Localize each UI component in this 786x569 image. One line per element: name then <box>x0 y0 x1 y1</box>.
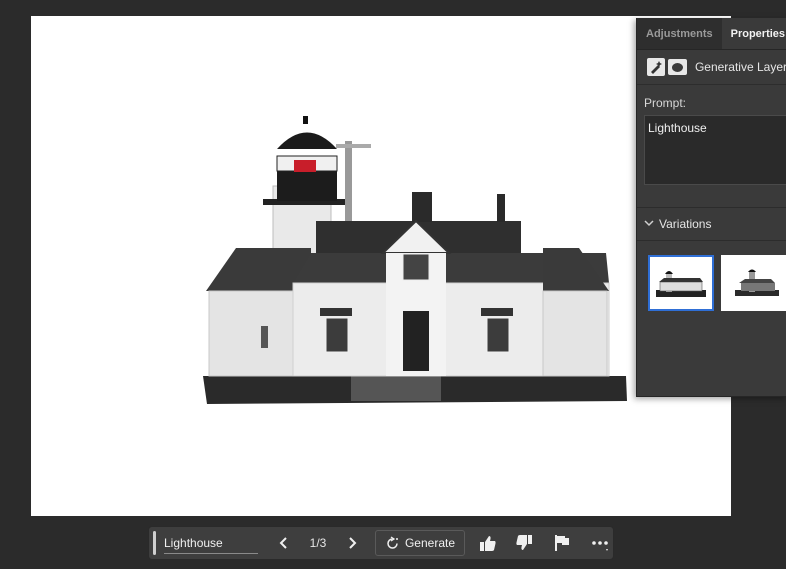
generative-layer-icon <box>647 58 666 76</box>
refresh-icon <box>385 532 401 554</box>
variations-thumbnails <box>637 241 786 311</box>
flag-icon[interactable] <box>551 532 573 554</box>
taskbar-prompt-input[interactable]: Lighthouse <box>164 532 258 554</box>
tab-adjustments[interactable]: Adjustments <box>637 18 722 49</box>
layer-row: Generative Layer <box>637 50 786 85</box>
prompt-textarea[interactable]: Lighthouse <box>644 115 786 185</box>
variation-thumbnail-2[interactable] <box>721 255 786 311</box>
variation-page-indicator: 1/3 <box>309 536 327 550</box>
chevron-down-icon <box>644 218 654 231</box>
panel-tabs: Adjustments Properties <box>637 18 786 50</box>
layer-name: Generative Layer <box>694 60 786 74</box>
document-canvas[interactable] <box>31 16 731 516</box>
tab-properties[interactable]: Properties <box>721 18 786 49</box>
more-icon[interactable] <box>589 532 611 554</box>
contextual-task-bar: Lighthouse 1/3 Generate <box>148 526 614 560</box>
lighthouse-image <box>203 116 627 404</box>
properties-panel: Adjustments Properties Generative Layer … <box>636 18 786 397</box>
generate-label: Generate <box>404 536 456 550</box>
variation-thumbnail-1[interactable] <box>648 255 715 311</box>
generate-button[interactable]: Generate <box>375 530 465 556</box>
thumbs-down-icon[interactable] <box>513 532 535 554</box>
drag-handle[interactable] <box>153 531 156 555</box>
chevron-left-icon[interactable] <box>273 532 295 554</box>
mask-icon <box>668 59 687 75</box>
variations-label: Variations <box>659 217 712 231</box>
thumbs-up-icon[interactable] <box>477 532 499 554</box>
variations-header[interactable]: Variations <box>637 208 786 241</box>
prompt-label: Prompt: <box>644 96 687 110</box>
chevron-right-icon[interactable] <box>341 532 363 554</box>
